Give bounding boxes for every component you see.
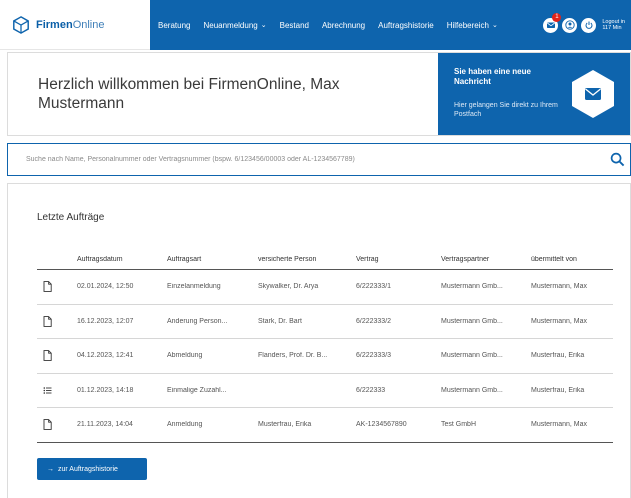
submitted-by: Musterfrau, Erika (531, 352, 585, 360)
submitted-by: Mustermann, Max (531, 317, 588, 325)
order-date: 16.12.2023, 12:07 (77, 317, 134, 325)
order-type: Änderung Person... (167, 317, 228, 325)
contract-number: 6/222333/2 (356, 317, 392, 325)
order-date: 04.12.2023, 12:41 (77, 352, 134, 360)
message-count-badge: 1 (552, 12, 562, 22)
contract-number: 6/222333/3 (356, 352, 392, 360)
document-icon (43, 281, 52, 293)
contract-partner: Mustermann Gmb... (441, 317, 503, 325)
chevron-down-icon: ⌄ (491, 22, 498, 29)
user-icon (565, 20, 575, 30)
column-header-person: versicherte Person (258, 256, 317, 263)
order-date: 02.01.2024, 12:50 (77, 283, 134, 291)
table-row[interactable]: 21.11.2023, 14:04 Anmeldung Musterfrau, … (37, 408, 613, 443)
chevron-down-icon: ⌄ (260, 22, 267, 29)
table-row[interactable]: 04.12.2023, 12:41 Abmeldung Flanders, Pr… (37, 339, 613, 374)
new-message-heading: Sie haben eine neue Nachricht (454, 67, 531, 86)
logout-button[interactable] (581, 17, 597, 33)
submitted-by: Mustermann, Max (531, 283, 588, 291)
nav-item-bestand[interactable]: Bestand (280, 21, 309, 30)
order-type: Abmeldung (167, 352, 203, 360)
main-nav: Beratung Neuanmeldung ⌄ Bestand Abrechnun… (150, 0, 631, 50)
mailbox-hexagon-icon[interactable] (570, 69, 616, 119)
insured-person: Stark, Dr. Bart (258, 317, 302, 325)
contract-partner: Mustermann Gmb... (441, 283, 503, 291)
envelope-icon (546, 22, 555, 28)
contract-number: AK-1234567890 (356, 421, 407, 429)
column-header-type: Auftragsart (167, 256, 202, 263)
insured-person: Flanders, Prof. Dr. B... (258, 352, 328, 360)
order-type: Einzelanmeldung (167, 283, 221, 291)
brand-logo-link[interactable]: FirmenOnline (0, 0, 150, 50)
cube-logo-icon (13, 15, 29, 34)
brand-name: FirmenOnline (36, 18, 105, 31)
new-message-link[interactable]: Hier gelangen Sie direkt zu Ihrem Postfa… (454, 101, 564, 119)
search-input[interactable] (8, 144, 606, 175)
table-header: Auftragsdatum Auftragsart versicherte Pe… (37, 250, 613, 270)
logout-timer: Logout in 117 Min (602, 18, 625, 32)
welcome-title: Herzlich willkommen bei FirmenOnline, Ma… (38, 76, 340, 112)
order-date: 21.11.2023, 14:04 (77, 421, 133, 429)
table-row[interactable]: 02.01.2024, 12:50 Einzelanmeldung Skywal… (37, 270, 613, 305)
contract-partner: Mustermann Gmb... (441, 386, 503, 394)
order-history-button-label: zur Auftragshistorie (58, 465, 118, 473)
insured-person: Skywalker, Dr. Arya (258, 283, 319, 291)
list-icon (43, 386, 52, 394)
order-date: 01.12.2023, 14:18 (77, 386, 134, 394)
contract-partner: Test GmbH (441, 421, 477, 429)
nav-item-beratung[interactable]: Beratung (158, 21, 190, 30)
column-header-sender: übermittelt von (531, 256, 577, 263)
table-row[interactable]: 16.12.2023, 12:07 Änderung Person... Sta… (37, 305, 613, 339)
messages-button[interactable]: 1 (543, 12, 562, 33)
welcome-card: Herzlich willkommen bei FirmenOnline, Ma… (7, 52, 631, 136)
nav-icon-group: 1 Logout in 117 Min (543, 12, 631, 33)
nav-item-neuanmeldung[interactable]: Neuanmeldung ⌄ (203, 21, 266, 30)
top-navigation: FirmenOnline Beratung Neuanmeldung ⌄ Best… (0, 0, 631, 50)
new-message-panel[interactable]: Sie haben eine neue Nachricht Hier gelan… (438, 53, 630, 135)
table-row[interactable]: 01.12.2023, 14:18 Einmalige Zuzahl... 6/… (37, 374, 613, 408)
search-bar (7, 143, 631, 176)
profile-button[interactable] (562, 17, 578, 33)
column-header-date: Auftragsdatum (77, 256, 123, 263)
insured-person: Musterfrau, Erika (258, 421, 312, 429)
document-icon (43, 419, 52, 431)
contract-number: 6/222333/1 (356, 283, 392, 291)
submitted-by: Musterfrau, Erika (531, 386, 585, 394)
column-header-contract: Vertrag (356, 256, 379, 263)
power-icon (585, 21, 593, 29)
document-icon (43, 350, 52, 362)
contract-partner: Mustermann Gmb... (441, 352, 503, 360)
submitted-by: Mustermann, Max (531, 421, 588, 429)
arrow-right-icon: → (47, 465, 54, 473)
search-icon (610, 152, 624, 167)
search-button[interactable] (604, 144, 630, 175)
contract-number: 6/222333 (356, 386, 386, 394)
document-icon (43, 315, 52, 327)
recent-orders-title: Letzte Aufträge (37, 212, 105, 223)
column-header-partner: Vertragspartner (441, 256, 490, 263)
nav-item-hilfebereich[interactable]: Hilfebereich ⌄ (447, 21, 498, 30)
order-type: Anmeldung (167, 421, 203, 429)
nav-item-auftragshistorie[interactable]: Auftragshistorie (378, 21, 434, 30)
nav-item-abrechnung[interactable]: Abrechnung (322, 21, 365, 30)
orders-table: Auftragsdatum Auftragsart versicherte Pe… (37, 250, 613, 443)
order-history-button[interactable]: → zur Auftragshistorie (37, 458, 147, 480)
order-type: Einmalige Zuzahl... (167, 386, 227, 394)
recent-orders-card: Letzte Aufträge Auftragsdatum Auftragsar… (7, 183, 631, 498)
